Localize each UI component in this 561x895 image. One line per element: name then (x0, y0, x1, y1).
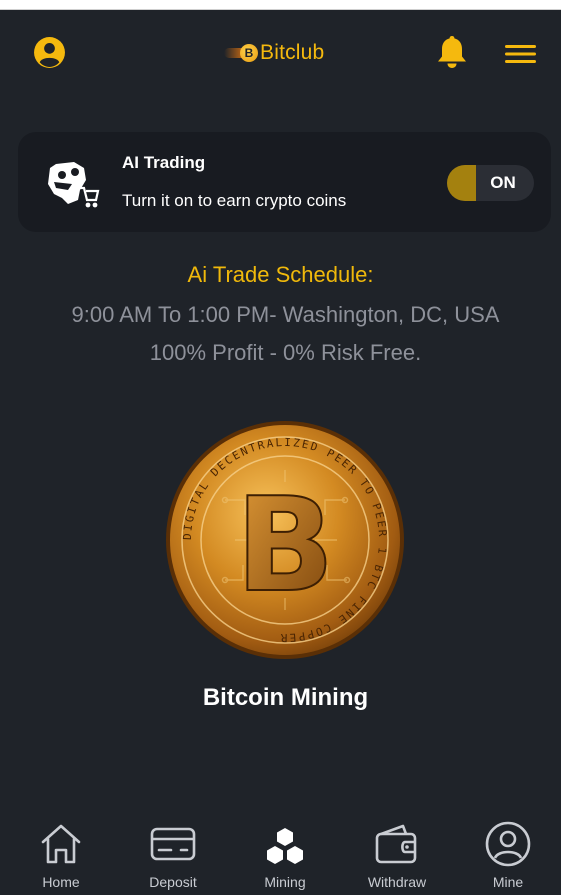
nav-mine[interactable]: Mine (458, 820, 558, 895)
robot-cart-icon (48, 162, 100, 208)
hamburger-menu-icon[interactable] (505, 45, 536, 63)
bitcoin-mining-caption: Bitcoin Mining (202, 684, 369, 711)
ai-trading-toggle[interactable]: ON (447, 165, 534, 201)
nav-label-mine: Mine (492, 874, 524, 890)
cubes-icon (267, 828, 303, 864)
logo-coin-icon: B (240, 44, 258, 62)
brand-logo[interactable]: B Bitclub (224, 38, 324, 68)
logo-text: Bitclub (260, 41, 325, 64)
app-header: B Bitclub (0, 10, 561, 96)
user-circle-icon (485, 821, 531, 867)
coin-b-glyph: B (235, 469, 334, 621)
bitcoin-coin-image: DIGITAL DECENTRALIZED PEER TO PEER 1 BTC… (166, 421, 404, 659)
card-icon (150, 827, 196, 861)
browser-top-strip (0, 0, 561, 10)
bell-icon[interactable] (436, 34, 468, 70)
nav-label-deposit: Deposit (149, 874, 197, 890)
toggle-knob (447, 165, 476, 201)
ai-trading-subtitle: Turn it on to earn crypto coins (122, 191, 347, 210)
schedule-time: 9:00 AM To 1:00 PM- Washington, DC, USA (71, 302, 500, 327)
ai-trading-title: AI Trading (122, 153, 206, 172)
bottom-navigation: Home Deposit Mining Withdraw Mine (0, 820, 561, 895)
nav-label-mining: Mining (264, 874, 306, 890)
nav-withdraw[interactable]: Withdraw (347, 820, 447, 895)
nav-label-withdraw: Withdraw (367, 874, 427, 890)
toggle-label: ON (490, 173, 516, 192)
schedule-title: Ai Trade Schedule: (187, 262, 374, 287)
home-icon (41, 824, 81, 864)
nav-home[interactable]: Home (11, 820, 111, 895)
profile-icon[interactable] (33, 36, 66, 69)
nav-deposit[interactable]: Deposit (123, 820, 223, 895)
schedule-profit: 100% Profit - 0% Risk Free. (149, 340, 422, 365)
wallet-icon (375, 824, 417, 864)
nav-mining[interactable]: Mining (235, 820, 335, 895)
nav-label-home: Home (42, 874, 80, 890)
ai-trading-card: AI Trading Turn it on to earn crypto coi… (18, 132, 551, 232)
